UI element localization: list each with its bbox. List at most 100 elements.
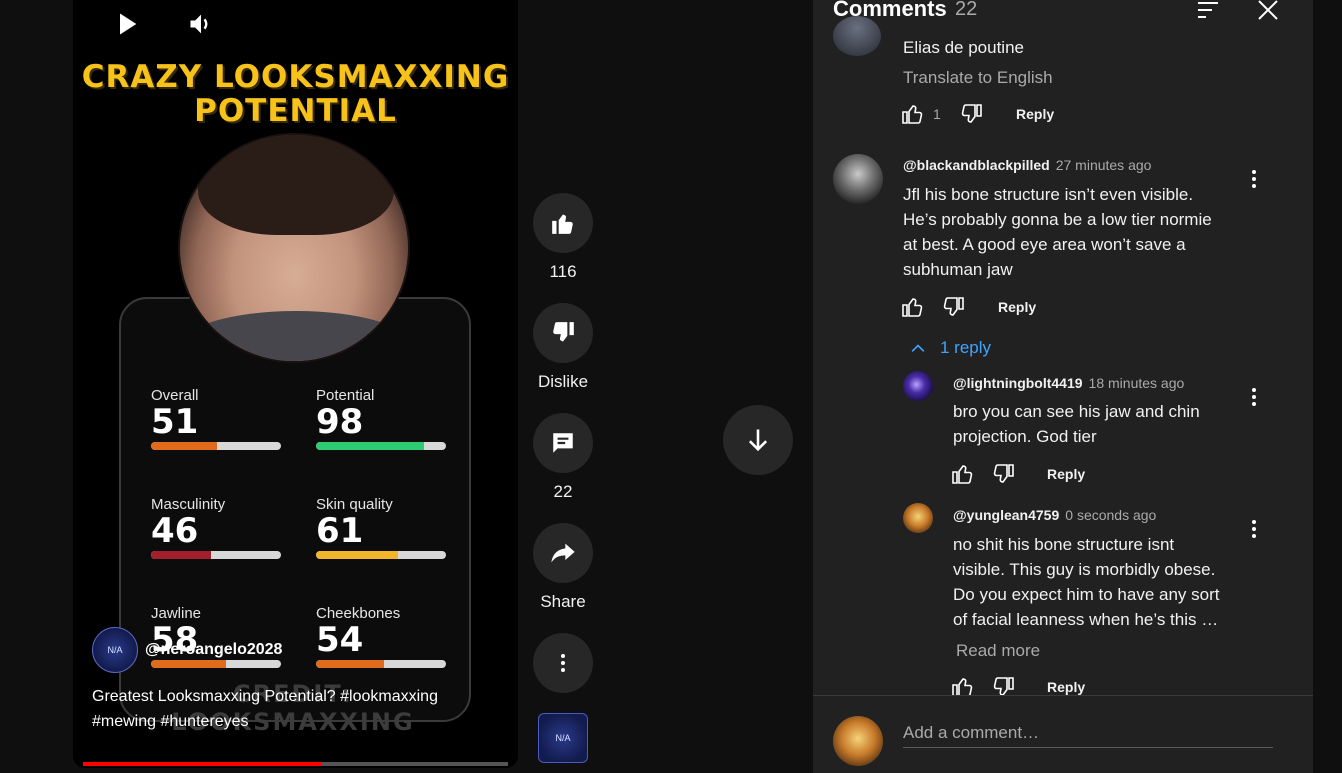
- play-icon[interactable]: [113, 10, 141, 38]
- like-button[interactable]: [533, 193, 593, 253]
- comment-line: no shit his bone structure isnt: [953, 535, 1175, 554]
- stat-masculinity: Masculinity 46: [151, 496, 281, 559]
- reply-button[interactable]: Reply: [1016, 106, 1054, 122]
- stat-bar-fill: [151, 551, 211, 559]
- next-video-button[interactable]: [723, 405, 793, 475]
- dislike-button[interactable]: [533, 303, 593, 363]
- comment-author[interactable]: Elias de poutine: [903, 38, 1024, 58]
- replies-count: 1 reply: [940, 338, 992, 357]
- comment-line: of facial leanness when he’s this …: [953, 610, 1219, 629]
- more-vert-icon[interactable]: [1244, 385, 1264, 409]
- channel-badge-text: N/A: [555, 733, 571, 743]
- stat-cheekbones: Cheekbones 54: [316, 605, 446, 668]
- comment-line: bro you can see his jaw and chin: [953, 402, 1200, 421]
- comment-line: visible. This guy is morbidly obese.: [953, 560, 1216, 579]
- thumb-up-icon: [552, 214, 573, 234]
- volume-icon[interactable]: [187, 10, 215, 38]
- channel-info: N/A @neroangelo2028: [92, 627, 282, 673]
- avatar[interactable]: [903, 371, 933, 401]
- channel-avatar[interactable]: N/A: [92, 627, 138, 673]
- arrow-down-icon: [748, 429, 768, 452]
- portrait-shirt: [180, 311, 408, 361]
- progress-fill: [83, 762, 321, 766]
- more-options-button[interactable]: [533, 633, 593, 693]
- progress-bar[interactable]: [83, 762, 508, 766]
- comment-author-handle[interactable]: @yunglean4759: [953, 507, 1059, 523]
- translate-button[interactable]: Translate to English: [903, 68, 1053, 88]
- caption-line: #mewing #huntereyes: [92, 713, 249, 730]
- comment-line: He’s probably gonna be a low tier normie: [903, 210, 1212, 229]
- comment-author[interactable]: @blackandblackpilled 27 minutes ago: [903, 157, 1151, 173]
- like-count: 116: [549, 262, 577, 281]
- comments-header: Comments 22: [813, 0, 1313, 28]
- share-action: Share: [533, 523, 593, 612]
- stat-value: 51: [151, 402, 199, 442]
- replies-toggle[interactable]: 1 reply: [908, 338, 991, 358]
- comment-author-handle[interactable]: @blackandblackpilled: [903, 157, 1050, 173]
- thumb-down-icon[interactable]: [941, 295, 965, 319]
- comment-author-handle[interactable]: @lightningbolt4419: [953, 375, 1083, 391]
- stat-value: 61: [316, 511, 364, 551]
- comment-time: 0 seconds ago: [1065, 507, 1157, 523]
- comment-line: projection. God tier: [953, 427, 1097, 446]
- comment-time: 18 minutes ago: [1088, 375, 1185, 391]
- like-count: 1: [933, 106, 941, 122]
- close-icon[interactable]: [1256, 0, 1280, 22]
- channel-badge-text: N/A: [107, 645, 123, 655]
- more-vert-icon: [561, 654, 565, 672]
- comment-line: at best. A good eye area won’t save a: [903, 235, 1186, 254]
- channel-thumbnail-button[interactable]: N/A: [538, 713, 588, 763]
- comments-button[interactable]: [533, 413, 593, 473]
- video-title-line1: CRAZY LOOKSMAXXING: [81, 59, 510, 95]
- stat-bar: [316, 660, 446, 668]
- comment-text: bro you can see his jaw and chin project…: [953, 399, 1243, 449]
- thumb-down-icon[interactable]: [959, 102, 983, 126]
- comment-action: 22: [533, 413, 593, 502]
- share-button[interactable]: [533, 523, 593, 583]
- avatar[interactable]: [833, 716, 883, 766]
- comment-icon: [553, 433, 573, 453]
- comment-author[interactable]: @lightningbolt4419 18 minutes ago: [953, 375, 1184, 391]
- stat-bar: [151, 442, 281, 450]
- comment-text: Jfl his bone structure isn’t even visibl…: [903, 182, 1243, 282]
- read-more-button[interactable]: Read more: [956, 641, 1040, 661]
- avatar[interactable]: [833, 154, 883, 204]
- stat-potential: Potential 98: [316, 387, 446, 450]
- stat-bar-fill: [316, 551, 398, 559]
- thumb-up-icon[interactable]: [901, 102, 925, 126]
- chevron-up-icon: [911, 344, 925, 352]
- dislike-label: Dislike: [537, 372, 589, 391]
- face-portrait: [178, 133, 410, 363]
- stat-overall: Overall 51: [151, 387, 281, 450]
- video-player[interactable]: CRAZY LOOKSMAXXING POTENTIAL Overall 51 …: [73, 0, 518, 768]
- sort-icon[interactable]: [1196, 0, 1220, 20]
- comment-line: Jfl his bone structure isn’t even visibl…: [903, 185, 1194, 204]
- avatar[interactable]: [833, 16, 881, 56]
- video-caption: Greatest Looksmaxxing Potential? #lookma…: [92, 684, 492, 734]
- thumb-down-icon[interactable]: [991, 462, 1015, 486]
- more-vert-icon[interactable]: [1244, 167, 1264, 191]
- share-icon: [551, 543, 575, 563]
- comment-author[interactable]: @yunglean4759 0 seconds ago: [953, 507, 1156, 523]
- thumb-up-icon[interactable]: [901, 295, 925, 319]
- comment-count: 22: [553, 482, 573, 501]
- dislike-action: Dislike: [533, 303, 593, 392]
- share-label: Share: [540, 592, 586, 611]
- comment-line: subhuman jaw: [903, 260, 1013, 279]
- like-action: 116: [533, 193, 593, 282]
- reply-button[interactable]: Reply: [1047, 466, 1085, 482]
- more-vert-icon[interactable]: [1244, 517, 1264, 541]
- comment-line: Do you expect him to have any sort: [953, 585, 1220, 604]
- video-title-line2: POTENTIAL: [194, 93, 397, 129]
- video-overlay-title: CRAZY LOOKSMAXXING POTENTIAL: [73, 60, 518, 128]
- stat-bar: [151, 551, 281, 559]
- avatar[interactable]: [903, 503, 933, 533]
- stat-value: 54: [316, 620, 364, 660]
- reply-button[interactable]: Reply: [998, 299, 1036, 315]
- stat-value: 46: [151, 511, 199, 551]
- stat-bar-fill: [151, 442, 218, 450]
- reply-button[interactable]: Reply: [1047, 679, 1085, 695]
- add-comment-input[interactable]: [903, 718, 1273, 748]
- channel-name[interactable]: @neroangelo2028: [145, 641, 282, 659]
- thumb-up-icon[interactable]: [951, 462, 975, 486]
